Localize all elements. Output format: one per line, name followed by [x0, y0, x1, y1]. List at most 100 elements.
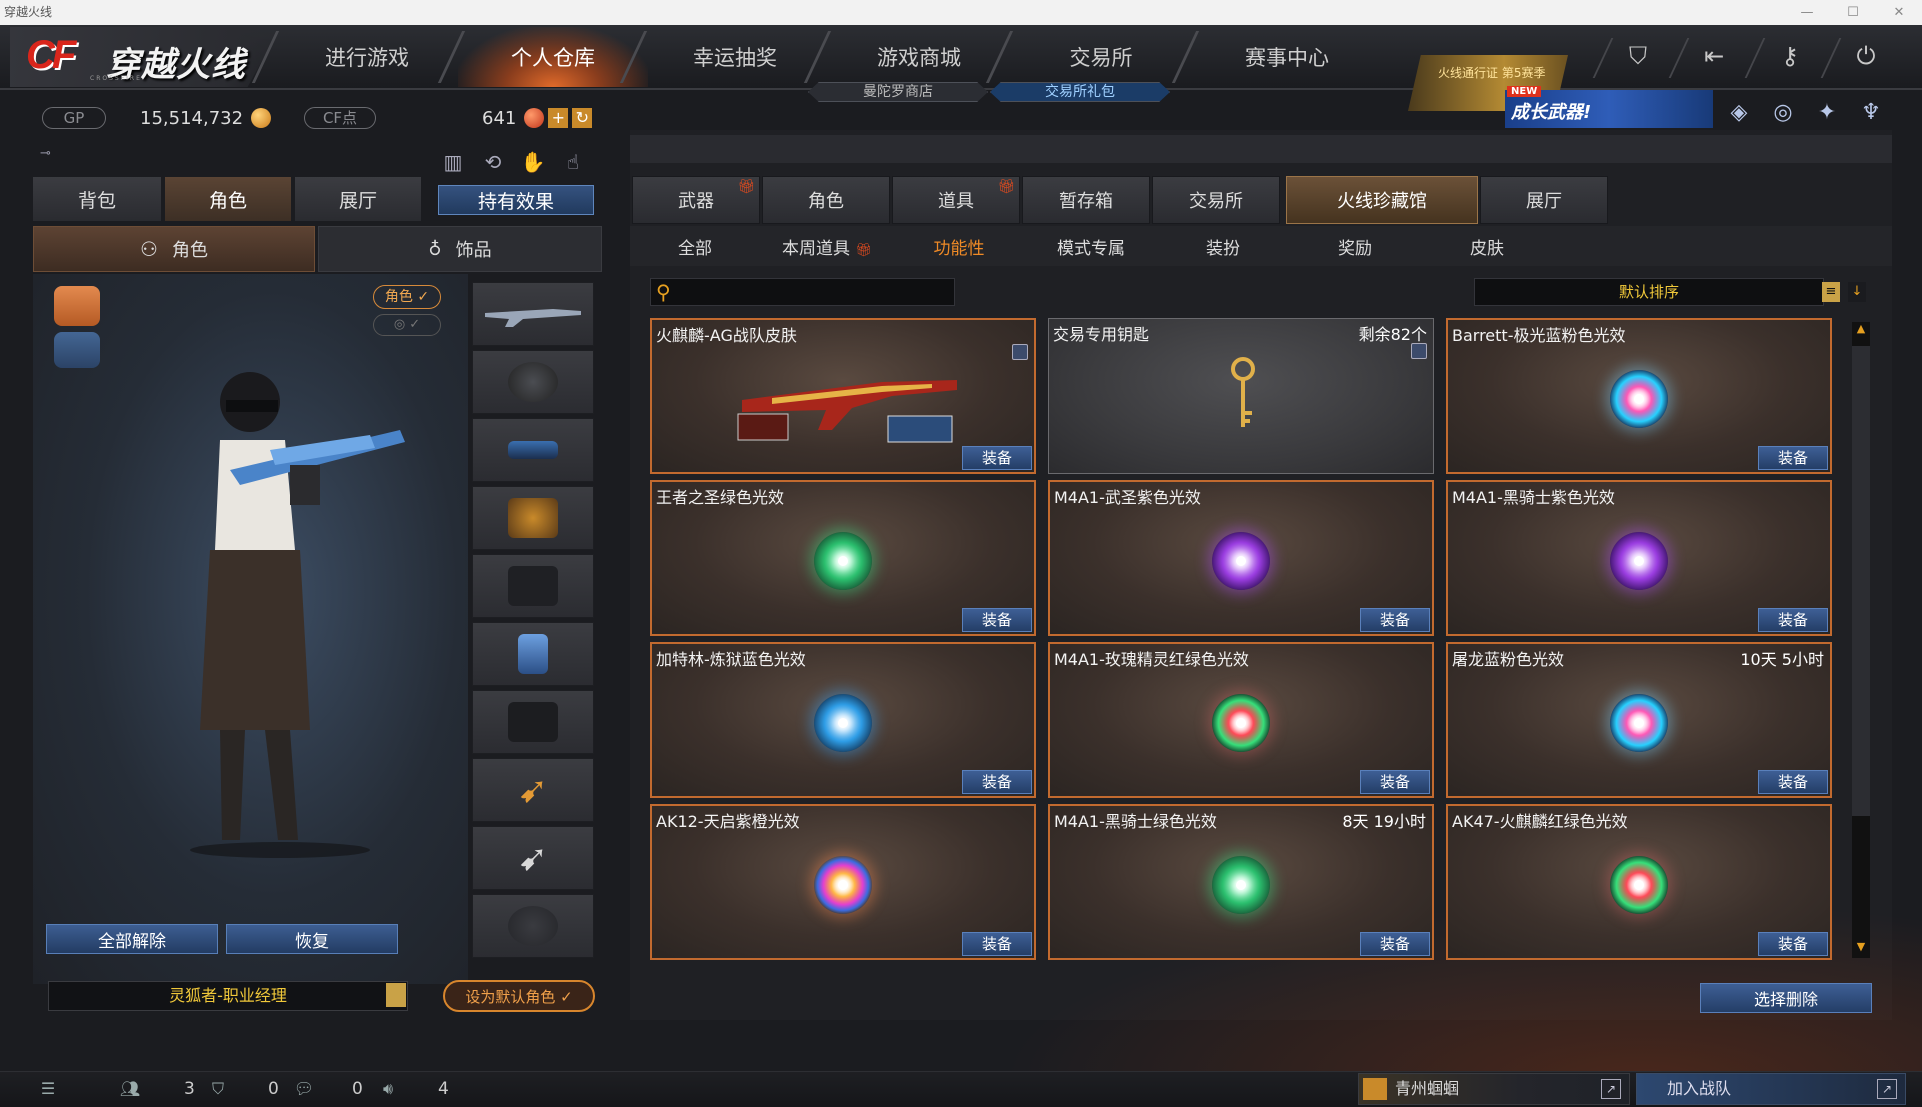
rotate-icon[interactable]: ⟲	[478, 150, 508, 176]
item-card[interactable]: AK47-火麒麟红绿色光效 装备	[1446, 804, 1832, 960]
slot-spray-2[interactable]: ➹	[472, 826, 594, 890]
item-card[interactable]: M4A1-武圣紫色光效 装备	[1048, 480, 1434, 636]
shield-icon[interactable]: ⛉	[1616, 34, 1660, 78]
game-logo[interactable]: CF 穿越火线 CROSSFIRE	[10, 27, 280, 87]
wing-icon[interactable]: ♆	[1856, 98, 1886, 128]
mask-icon[interactable]	[54, 332, 100, 368]
filter-mode[interactable]: 模式专属	[1041, 234, 1141, 260]
tab-backpack[interactable]: 背包	[32, 176, 162, 222]
join-team-panel[interactable]: 加入战队 ↗	[1636, 1073, 1906, 1105]
exit-icon[interactable]: ⇤	[1692, 34, 1736, 78]
item-card[interactable]: AK12-天启紫橙光效 装备	[650, 804, 1036, 960]
tab-storage[interactable]: 暂存箱	[1022, 176, 1150, 224]
equip-button[interactable]: 装备	[962, 446, 1032, 470]
minimize-icon[interactable]: —	[1784, 0, 1830, 25]
equip-button[interactable]: 装备	[1360, 932, 1430, 956]
filter-skin[interactable]: 皮肤	[1437, 234, 1537, 260]
equip-button[interactable]: 装备	[962, 770, 1032, 794]
filter-costume[interactable]: 装扮	[1173, 234, 1273, 260]
volume-icon[interactable]: 🔊︎	[376, 1078, 400, 1100]
nav-lottery[interactable]: 幸运抽奖	[640, 27, 830, 87]
slot-vest[interactable]	[472, 554, 594, 618]
key-icon[interactable]: ⚷	[1768, 34, 1812, 78]
slot-spray-1[interactable]: ➹	[472, 758, 594, 822]
set-default-role-button[interactable]: 设为默认角色 ✓	[443, 980, 595, 1012]
equip-button[interactable]: 装备	[1758, 932, 1828, 956]
filter-reward[interactable]: 奖励	[1305, 234, 1405, 260]
slot-backpack[interactable]	[472, 622, 594, 686]
tab-weapons[interactable]: 武器 🎁︎	[632, 176, 760, 224]
role-list-icon[interactable]	[386, 983, 406, 1007]
power-icon[interactable]: ⏻	[1844, 34, 1888, 78]
tab-props[interactable]: 道具 🎁︎	[892, 176, 1020, 224]
sort-list-icon[interactable]: ≡	[1822, 282, 1840, 302]
open-external-icon[interactable]: ↗	[1877, 1079, 1897, 1099]
select-delete-button[interactable]: 选择删除	[1700, 983, 1872, 1013]
promo-banner[interactable]: NEW 成长武器!	[1505, 86, 1713, 128]
equip-button[interactable]: 装备	[1758, 446, 1828, 470]
close-icon[interactable]: ✕	[1876, 0, 1922, 25]
scroll-up-icon[interactable]: ▲	[1852, 320, 1870, 338]
scroll-down-icon[interactable]: ▼	[1852, 938, 1870, 956]
item-card[interactable]: M4A1-黑骑士紫色光效 装备	[1446, 480, 1832, 636]
tab-character[interactable]: 角色	[164, 176, 292, 222]
item-card[interactable]: M4A1-玫瑰精灵红绿色光效 装备	[1048, 642, 1434, 798]
search-input[interactable]	[650, 278, 955, 306]
slot-helmet[interactable]	[472, 350, 594, 414]
equip-button[interactable]: 装备	[1758, 608, 1828, 632]
tab-exchange[interactable]: 交易所	[1152, 176, 1280, 224]
item-card[interactable]: 屠龙蓝粉色光效 10天 5小时 装备	[1446, 642, 1832, 798]
scrollbar-thumb[interactable]	[1852, 346, 1870, 816]
slot-empty[interactable]	[472, 894, 594, 958]
equip-button[interactable]: 装备	[962, 608, 1032, 632]
refresh-icon[interactable]: ↻	[572, 108, 593, 128]
visibility-toggle[interactable]: ◎ ✓	[373, 314, 441, 336]
mandala-shop-link[interactable]: 曼陀罗商店	[808, 82, 988, 102]
nav-warehouse[interactable]: 个人仓库	[458, 27, 648, 87]
sort-dropdown[interactable]: 默认排序	[1474, 278, 1824, 306]
tab-collection[interactable]: 火线珍藏馆	[1286, 176, 1478, 224]
exchange-gift-link[interactable]: 交易所礼包	[990, 82, 1170, 102]
maximize-icon[interactable]: ☐	[1830, 0, 1876, 25]
nav-events[interactable]: 赛事中心	[1192, 27, 1382, 87]
guild-shield-icon[interactable]: ⛉	[206, 1078, 230, 1100]
sort-desc-icon[interactable]: ↓	[1848, 282, 1866, 302]
recharge-plus-icon[interactable]: +	[548, 108, 569, 128]
slot-primary-weapon[interactable]	[472, 282, 594, 346]
subtab-character[interactable]: ⚇ 角色	[33, 226, 315, 272]
item-card[interactable]: 交易专用钥匙 剩余82个	[1048, 318, 1434, 474]
slot-mask[interactable]	[472, 486, 594, 550]
equip-button[interactable]: 装备	[1360, 770, 1430, 794]
tab-roles[interactable]: 角色	[762, 176, 890, 224]
chat-icon[interactable]: 💬︎	[292, 1078, 316, 1100]
pose-icon[interactable]: ✋	[518, 150, 548, 176]
nav-exchange[interactable]: 交易所	[1006, 27, 1196, 87]
nav-play[interactable]: 进行游戏	[272, 27, 462, 87]
subtab-accessories[interactable]: ♁ 饰品	[318, 226, 602, 272]
unequip-all-button[interactable]: 全部解除	[46, 924, 218, 954]
globe-icon[interactable]: ◎	[1768, 98, 1798, 128]
emblem-icon[interactable]: ✦	[1812, 98, 1842, 128]
slot-pants[interactable]	[472, 690, 594, 754]
equip-button[interactable]: 装备	[962, 932, 1032, 956]
role-toggle[interactable]: 角色 ✓	[373, 285, 441, 309]
clan-panel[interactable]: 青州蝈蝈 ↗	[1358, 1073, 1630, 1105]
tab-gallery[interactable]: 展厅	[1480, 176, 1608, 224]
stats-icon[interactable]: ▥	[438, 150, 468, 176]
equip-button[interactable]: 装备	[1360, 608, 1430, 632]
badge-icon[interactable]: ◈	[1724, 98, 1754, 128]
equip-button[interactable]: 装备	[1758, 770, 1828, 794]
role-name-field[interactable]: 灵狐者-职业经理	[48, 981, 408, 1011]
item-card[interactable]: 王者之圣绿色光效 装备	[650, 480, 1036, 636]
nav-shop[interactable]: 游戏商城	[824, 27, 1014, 87]
item-card[interactable]: 火麒麟-AG战队皮肤 装备	[650, 318, 1036, 474]
item-card[interactable]: 加特林-炼狱蓝色光效 装备	[650, 642, 1036, 798]
item-card[interactable]: M4A1-黑骑士绿色光效 8天 19小时 装备	[1048, 804, 1434, 960]
effect-button[interactable]: 持有效果	[438, 185, 594, 215]
restore-button[interactable]: 恢复	[226, 924, 398, 954]
filter-weekly[interactable]: 本周道具 🎁︎	[777, 234, 877, 260]
gesture-icon[interactable]: ☝	[558, 150, 588, 176]
slot-goggles[interactable]	[472, 418, 594, 482]
menu-icon[interactable]: ☰	[36, 1078, 60, 1100]
friends-icon[interactable]: 👥︎	[118, 1078, 142, 1100]
